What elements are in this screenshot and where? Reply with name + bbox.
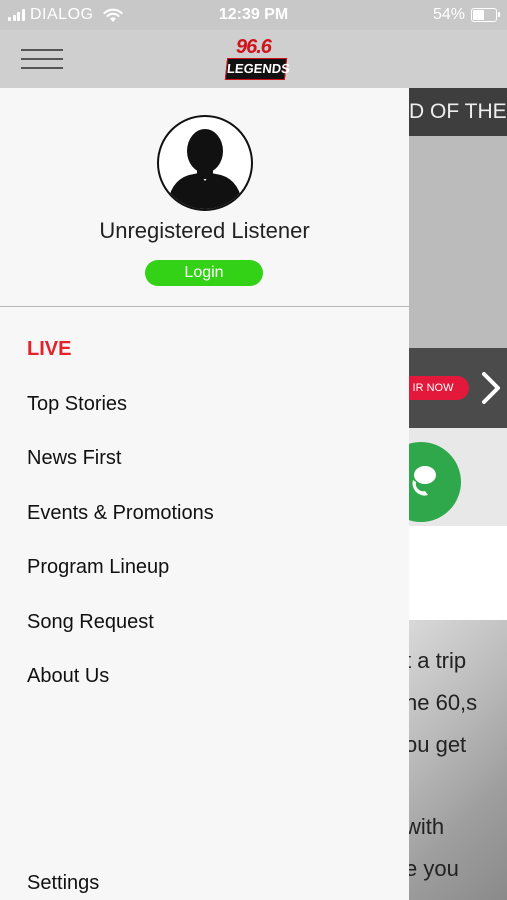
logo-wordmark: LEGENDS — [224, 58, 291, 80]
avatar — [157, 115, 253, 211]
promo-strip: IR NOW — [409, 348, 507, 428]
clock: 12:39 PM — [218, 6, 289, 23]
hero-image — [409, 136, 507, 348]
divider — [0, 306, 409, 307]
article-line: e you — [409, 856, 459, 881]
menu-item-program-lineup[interactable]: Program Lineup — [27, 556, 169, 579]
battery-percent: 54% — [432, 6, 465, 23]
phone-icon — [412, 466, 436, 496]
menu-item-settings[interactable]: Settings — [27, 872, 99, 895]
menu-item-events-promotions[interactable]: Events & Promotions — [27, 502, 214, 525]
call-area — [409, 428, 507, 526]
article-line: t a trip — [409, 648, 467, 673]
article-line: with — [409, 814, 445, 839]
station-logo: 96.6 LEGENDS — [224, 34, 291, 84]
promo-button[interactable]: IR NOW — [409, 376, 469, 400]
menu-item-about-us[interactable]: About Us — [27, 665, 109, 688]
status-bar: DIALOG 12:39 PM 54% — [0, 0, 507, 30]
battery-area: 54% — [432, 6, 500, 24]
call-button[interactable] — [409, 442, 461, 522]
menu-item-top-stories[interactable]: Top Stories — [27, 393, 127, 416]
menu-icon[interactable] — [21, 47, 63, 71]
article-line: ou get — [409, 732, 467, 757]
battery-icon — [471, 8, 500, 22]
headline-banner: D OF THE — [409, 88, 507, 136]
menu-item-song-request[interactable]: Song Request — [27, 611, 154, 634]
user-name: Unregistered Listener — [99, 218, 310, 243]
menu-item-news-first[interactable]: News First — [27, 447, 121, 470]
login-button[interactable]: Login — [145, 260, 263, 286]
user-silhouette-icon — [167, 129, 243, 209]
article-line: he 60,s — [409, 690, 478, 715]
main-content-peek: D OF THE IR NOW t a trip he 60,s ou get … — [409, 88, 507, 900]
menu-item-live[interactable]: LIVE — [27, 338, 71, 361]
logo-frequency: 96.6 — [236, 36, 272, 58]
content-spacer — [409, 526, 507, 620]
navigation-drawer: Unregistered Listener Login LIVE Top Sto… — [0, 88, 409, 900]
article-snippet: t a trip he 60,s ou get with e you — [409, 620, 507, 900]
headline-text: D OF THE — [409, 100, 507, 123]
app-header: 96.6 LEGENDS — [0, 30, 507, 88]
chevron-right-icon[interactable] — [479, 370, 503, 406]
